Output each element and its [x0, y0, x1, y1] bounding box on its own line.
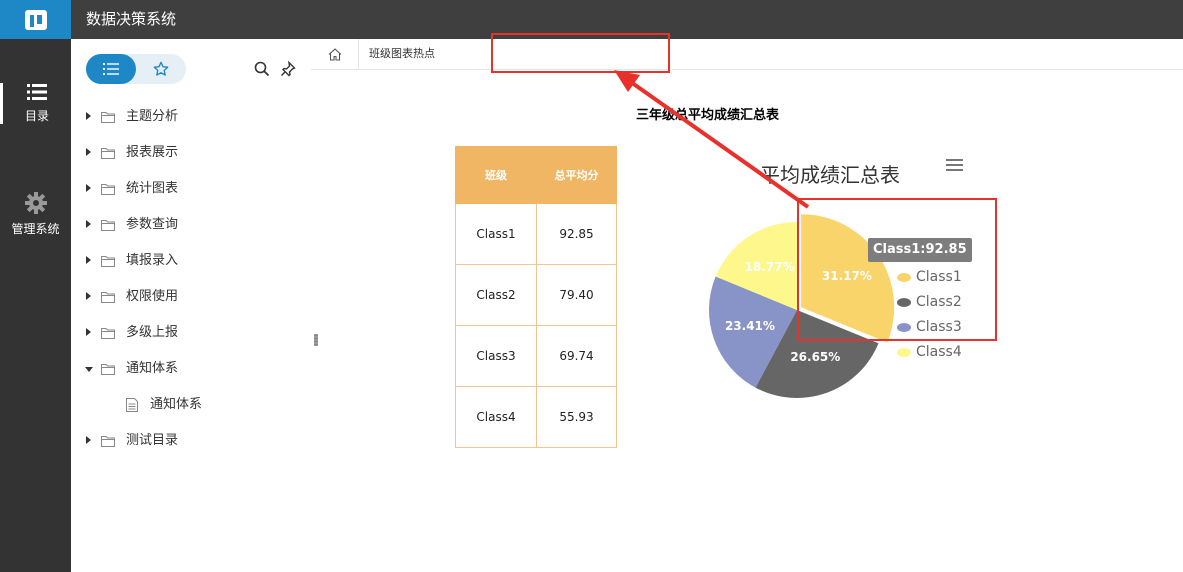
annotation-arrow — [614, 70, 810, 209]
